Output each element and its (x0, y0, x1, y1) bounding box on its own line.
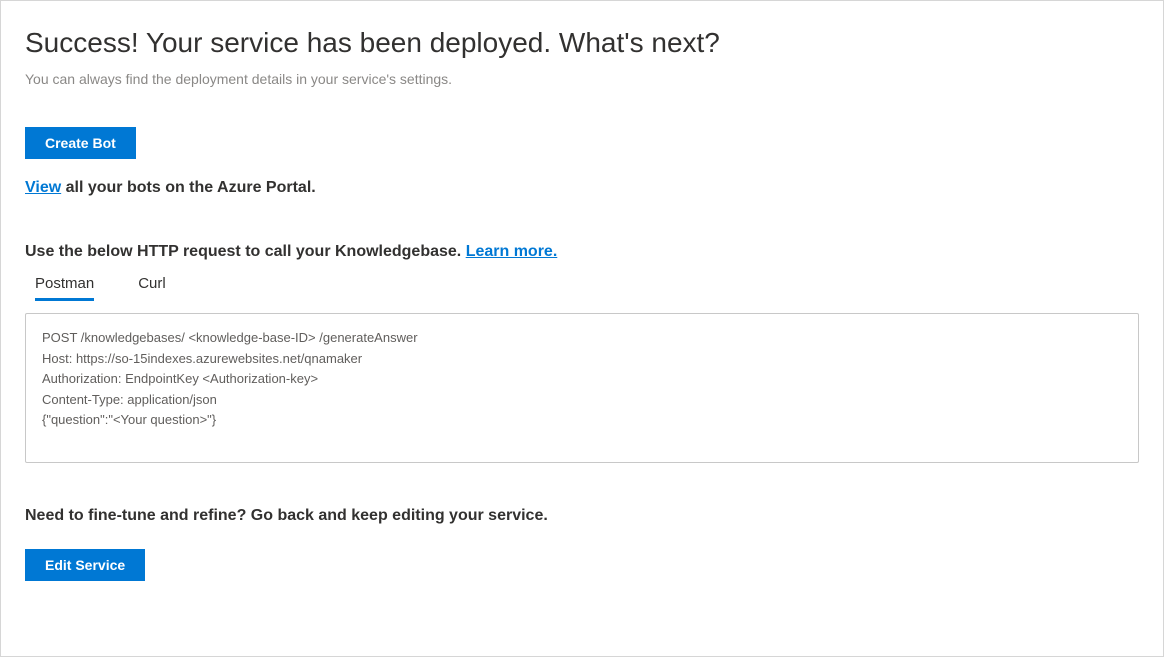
http-prefix: Use the below HTTP request to call your … (25, 243, 466, 260)
view-suffix: all your bots on the Azure Portal. (61, 179, 316, 196)
learn-more-link[interactable]: Learn more. (466, 243, 558, 260)
tab-curl[interactable]: Curl (138, 275, 166, 301)
page-title: Success! Your service has been deployed.… (25, 27, 1139, 59)
view-bots-section: View all your bots on the Azure Portal. (25, 179, 1139, 197)
code-line-1: POST /knowledgebases/ <knowledge-base-ID… (42, 328, 1122, 348)
tab-postman[interactable]: Postman (35, 275, 94, 301)
code-panel: POST /knowledgebases/ <knowledge-base-ID… (25, 313, 1139, 463)
http-request-section: Use the below HTTP request to call your … (25, 243, 1139, 261)
page-subtitle: You can always find the deployment detai… (25, 71, 1139, 87)
tabs-container: Postman Curl (25, 275, 1139, 301)
view-link[interactable]: View (25, 179, 61, 196)
edit-service-button[interactable]: Edit Service (25, 549, 145, 581)
code-line-2: Host: https://so-15indexes.azurewebsites… (42, 349, 1122, 369)
code-line-4: Content-Type: application/json (42, 390, 1122, 410)
code-line-3: Authorization: EndpointKey <Authorizatio… (42, 369, 1122, 389)
create-bot-button[interactable]: Create Bot (25, 127, 136, 159)
fine-tune-text: Need to fine-tune and refine? Go back an… (25, 507, 1139, 525)
code-line-5: {"question":"<Your question>"} (42, 410, 1122, 430)
